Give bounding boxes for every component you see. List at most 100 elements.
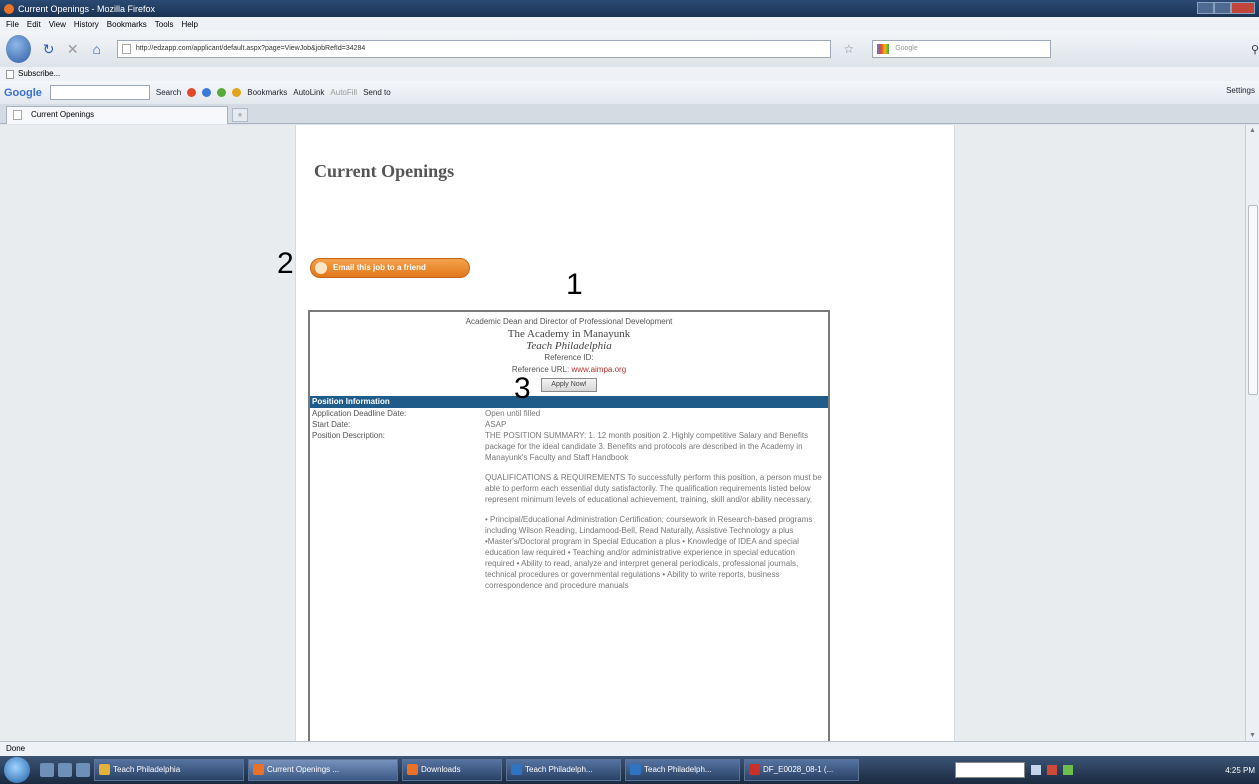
menu-tools[interactable]: Tools bbox=[155, 20, 174, 29]
search-placeholder: Google bbox=[895, 45, 918, 52]
home-icon[interactable]: ⌂ bbox=[90, 41, 104, 57]
close-button[interactable] bbox=[1230, 2, 1255, 14]
district-name: Teach Philadelphia bbox=[526, 340, 612, 352]
page-icon bbox=[13, 110, 22, 120]
firefox-icon bbox=[253, 764, 264, 775]
email-icon bbox=[315, 262, 327, 274]
job-details-panel: Academic Dean and Director of Profession… bbox=[308, 310, 830, 741]
word-icon bbox=[511, 764, 522, 775]
description-paragraph: QUALIFICATIONS & REQUIREMENTS To success… bbox=[485, 473, 822, 504]
folder-icon bbox=[99, 764, 110, 775]
settings-button[interactable]: Settings bbox=[1226, 86, 1255, 95]
quick-launch-icon[interactable] bbox=[58, 763, 72, 777]
field-label: Position Description: bbox=[312, 431, 385, 440]
toolbar-button-icon[interactable] bbox=[202, 88, 212, 97]
scrollbar-thumb[interactable] bbox=[1248, 205, 1258, 395]
job-header: Academic Dean and Director of Profession… bbox=[310, 312, 828, 392]
reference-url-link[interactable]: www.aimpa.org bbox=[571, 365, 626, 374]
tab-current-openings[interactable]: Current Openings bbox=[6, 106, 228, 124]
back-button[interactable] bbox=[6, 35, 31, 63]
start-button[interactable] bbox=[4, 757, 30, 783]
clock[interactable]: 4:25 PM bbox=[1225, 766, 1255, 775]
page-title: Current Openings bbox=[314, 161, 455, 181]
bookmark-star-icon[interactable]: ☆ bbox=[843, 42, 854, 56]
taskbar-item-label: Current Openings ... bbox=[267, 765, 340, 774]
status-bar: Done bbox=[0, 741, 1259, 756]
taskbar-item[interactable]: DF_E0028_08-1 (... bbox=[744, 759, 859, 781]
google-logo[interactable]: Google bbox=[4, 87, 42, 99]
taskbar-item[interactable]: Teach Philadelphia bbox=[94, 759, 244, 781]
toolbar-button-icon[interactable] bbox=[217, 88, 227, 97]
taskbar-item-label: Teach Philadelph... bbox=[644, 765, 712, 774]
field-row: Application Deadline Date: Open until fi… bbox=[310, 408, 828, 419]
window-title: Current Openings - Mozilla Firefox bbox=[18, 3, 156, 14]
tray-icon[interactable] bbox=[1047, 765, 1057, 775]
menu-history[interactable]: History bbox=[74, 20, 99, 29]
taskbar-item-label: Downloads bbox=[421, 765, 461, 774]
email-job-button[interactable]: Email this job to a friend bbox=[310, 258, 470, 278]
field-value: Open until filled bbox=[485, 409, 541, 418]
menu-edit[interactable]: Edit bbox=[27, 20, 41, 29]
maximize-button[interactable] bbox=[1213, 2, 1231, 14]
scroll-down-icon[interactable]: ▼ bbox=[1249, 732, 1256, 739]
minimize-button[interactable] bbox=[1197, 2, 1214, 14]
position-description: THE POSITION SUMMARY: 1. 12 month positi… bbox=[485, 430, 828, 600]
firefox-icon bbox=[4, 3, 14, 14]
search-input[interactable]: Google bbox=[872, 40, 1051, 58]
taskbar-item[interactable]: Teach Philadelph... bbox=[625, 759, 740, 781]
tab-label: Current Openings bbox=[31, 110, 95, 119]
reload-icon[interactable]: ↻ bbox=[42, 41, 56, 57]
bookmarks-toolbar: Subscribe... bbox=[0, 67, 1259, 81]
school-name: The Academy in Manayunk bbox=[507, 328, 631, 340]
taskbar-item[interactable]: Downloads bbox=[402, 759, 502, 781]
url-bar[interactable]: http://edzapp.com/applicant/default.aspx… bbox=[116, 40, 832, 58]
bookmark-subscribe[interactable]: Subscribe... bbox=[18, 69, 60, 78]
apply-now-button[interactable]: Apply Now! bbox=[541, 378, 597, 392]
field-label: Start Date: bbox=[312, 420, 351, 429]
field-row: Start Date: ASAP bbox=[310, 419, 828, 430]
web-page: Current Openings Email this job to a fri… bbox=[295, 125, 955, 741]
description-paragraph: • Principal/Educational Administration C… bbox=[485, 515, 813, 590]
send-to-button[interactable]: Send to bbox=[363, 88, 391, 97]
menu-bar: File Edit View History Bookmarks Tools H… bbox=[0, 17, 1259, 31]
google-search-engine-icon bbox=[877, 44, 890, 54]
google-toolbar-search-input[interactable] bbox=[49, 85, 150, 100]
menu-file[interactable]: File bbox=[6, 20, 19, 29]
scroll-up-icon[interactable]: ▲ bbox=[1249, 127, 1256, 134]
new-tab-button[interactable]: + bbox=[232, 108, 248, 122]
taskbar-item[interactable]: Teach Philadelph... bbox=[506, 759, 621, 781]
pdf-icon bbox=[749, 764, 760, 775]
email-job-label: Email this job to a friend bbox=[333, 263, 426, 272]
rss-icon bbox=[6, 70, 14, 79]
taskbar-search-input[interactable] bbox=[955, 762, 1025, 778]
position-title: Academic Dean and Director of Profession… bbox=[465, 317, 673, 326]
search-icon[interactable]: ⚲ bbox=[1251, 43, 1259, 56]
quick-launch-icon[interactable] bbox=[40, 763, 54, 777]
field-row: Position Description: THE POSITION SUMMA… bbox=[310, 430, 828, 600]
taskbar-item-label: Teach Philadelph... bbox=[525, 765, 593, 774]
toolbar-button-icon[interactable] bbox=[187, 88, 197, 97]
window-controls bbox=[1197, 2, 1255, 14]
tray-icon[interactable] bbox=[1063, 765, 1073, 775]
vertical-scrollbar[interactable]: ▲ ▼ bbox=[1245, 125, 1259, 741]
menu-bookmarks[interactable]: Bookmarks bbox=[107, 20, 147, 29]
menu-view[interactable]: View bbox=[49, 20, 66, 29]
quick-launch-icon[interactable] bbox=[76, 763, 90, 777]
browser-content: Current Openings Email this job to a fri… bbox=[0, 125, 1259, 741]
bookmarks-button[interactable]: Bookmarks bbox=[247, 88, 287, 97]
system-tray: 4:25 PM bbox=[955, 759, 1255, 781]
firefox-icon bbox=[407, 764, 418, 775]
taskbar-item[interactable]: Current Openings ... bbox=[248, 759, 398, 781]
google-search-button[interactable]: Search bbox=[156, 88, 181, 97]
autofill-button[interactable]: AutoFill bbox=[330, 88, 357, 97]
menu-help[interactable]: Help bbox=[181, 20, 197, 29]
toolbar-button-icon[interactable] bbox=[232, 88, 242, 97]
annotation-2: 2 bbox=[277, 247, 294, 280]
tray-icon[interactable] bbox=[1031, 765, 1041, 775]
annotation-3: 3 bbox=[514, 372, 531, 405]
navigation-toolbar: ↻ ✕ ⌂ http://edzapp.com/applicant/defaul… bbox=[0, 31, 1259, 67]
stop-icon[interactable]: ✕ bbox=[66, 41, 80, 57]
autolink-button[interactable]: AutoLink bbox=[293, 88, 324, 97]
url-text: http://edzapp.com/applicant/default.aspx… bbox=[135, 45, 366, 52]
windows-taskbar: Teach Philadelphia Current Openings ... … bbox=[0, 756, 1259, 784]
